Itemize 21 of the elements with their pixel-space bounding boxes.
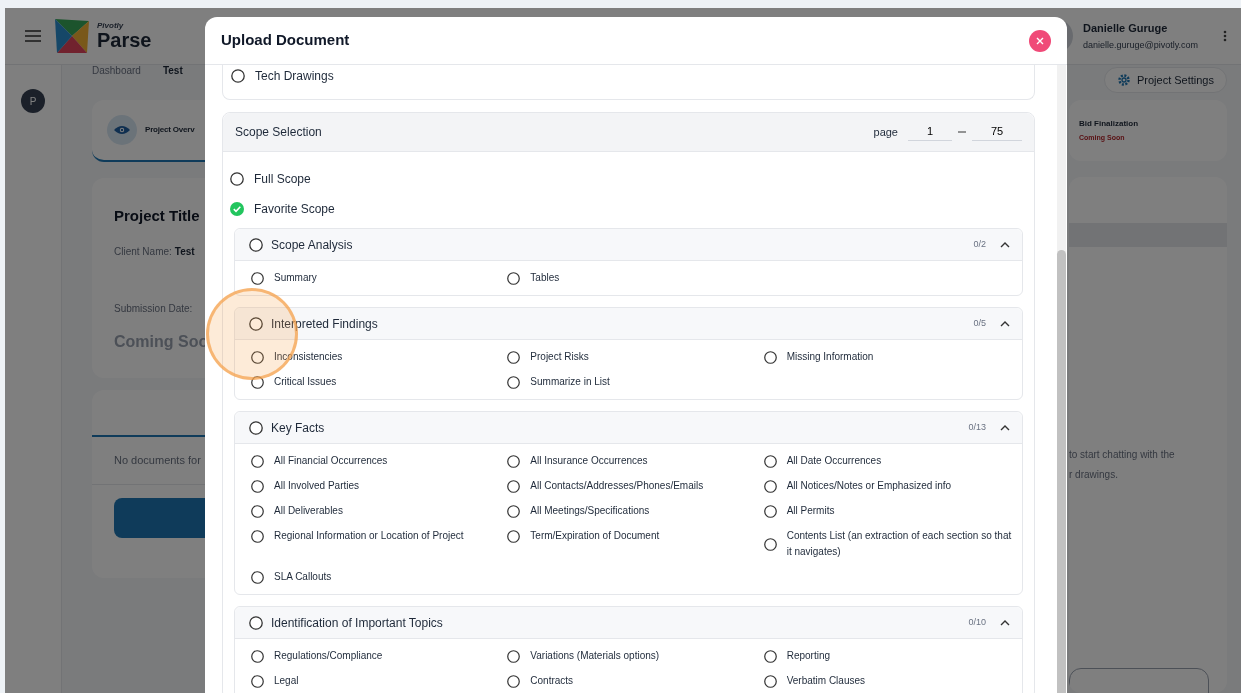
chat-hint: to start chatting with the (1069, 448, 1176, 463)
user-name: Danielle Guruge (1083, 20, 1169, 36)
page-label: page (873, 124, 898, 140)
step-label: Bid Finalization (1079, 117, 1140, 130)
submission-label: Submission Date: (114, 302, 194, 316)
section-title: Scope Selection (235, 124, 322, 141)
selection-count: 0/10 (968, 615, 986, 629)
selection-count: 0/2 (973, 237, 986, 251)
dialog-title: Upload Document (221, 30, 350, 51)
breadcrumb-current: Test (162, 63, 183, 78)
brand-tagline: Pivotly (97, 22, 125, 30)
empty-message: No documents for (114, 453, 201, 469)
step-label: Project Overv (145, 124, 195, 136)
chat-hint: r drawings. (1069, 468, 1119, 483)
project-title: Project Title (114, 206, 200, 226)
brand-name: Parse (97, 30, 152, 50)
client-label: Client Name: (114, 245, 172, 259)
selection-count: 0/5 (973, 316, 986, 330)
selection-count: 0/13 (968, 420, 986, 434)
client-name: Test (174, 245, 195, 259)
user-email: danielle.guruge@pivotly.com (1083, 39, 1200, 52)
